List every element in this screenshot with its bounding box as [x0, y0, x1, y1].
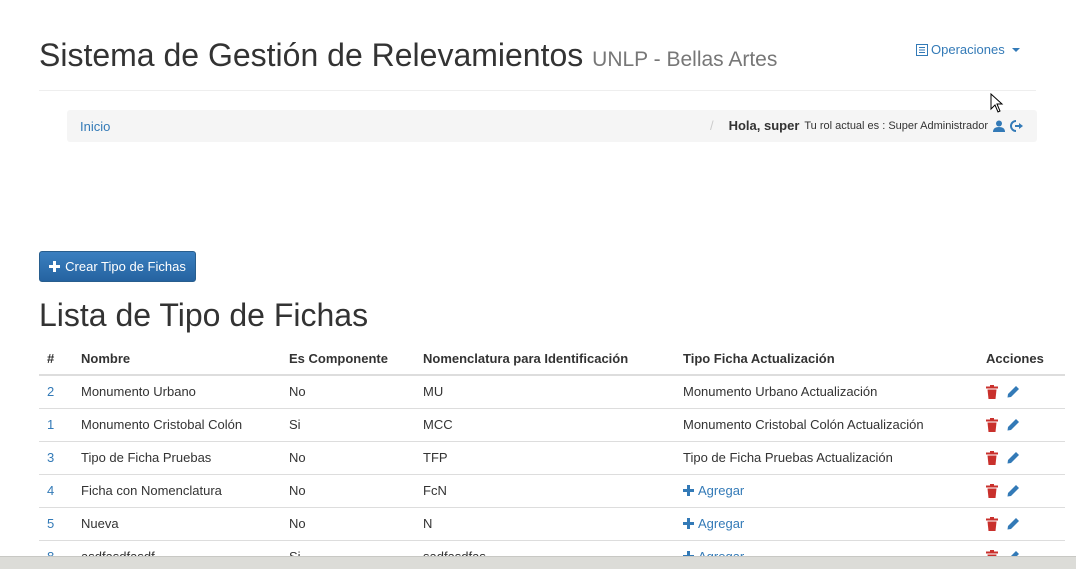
- agregar-label: Agregar: [698, 515, 745, 531]
- table-row: 4 Ficha con Nomenclatura No FcN Agregar: [39, 473, 1065, 507]
- mouse-cursor-icon: [990, 93, 1004, 113]
- plus-icon: [683, 484, 694, 496]
- row-id-link[interactable]: 3: [47, 450, 54, 465]
- agregar-actualizacion-link[interactable]: Agregar: [683, 483, 744, 498]
- plus-icon: [683, 517, 694, 529]
- pencil-icon[interactable]: [1007, 385, 1020, 398]
- pencil-icon[interactable]: [1007, 517, 1020, 530]
- col-header-actualizacion[interactable]: Tipo Ficha Actualización: [675, 342, 978, 376]
- create-tipo-ficha-button[interactable]: Crear Tipo de Fichas: [39, 251, 196, 282]
- table-row: 2 Monumento Urbano No MU Monumento Urban…: [39, 374, 1065, 408]
- os-taskbar: [0, 556, 1076, 569]
- row-componente: No: [281, 506, 415, 540]
- col-header-nomenclatura[interactable]: Nomenclatura para Identificación: [415, 342, 675, 376]
- user-role: Tu rol actual es : Super Administrador: [804, 119, 988, 132]
- tipo-fichas-table: # Nombre Es Componente Nomenclatura para…: [39, 342, 1065, 573]
- row-id-link[interactable]: 1: [47, 417, 54, 432]
- col-header-nombre[interactable]: Nombre: [73, 342, 281, 376]
- pencil-icon[interactable]: [1007, 418, 1020, 431]
- row-actualizacion: Monumento Cristobal Colón Actualización: [675, 407, 978, 441]
- app-subtitle: UNLP - Bellas Artes: [592, 48, 778, 71]
- logout-icon[interactable]: [1010, 119, 1024, 132]
- table-row: 5 Nueva No N Agregar: [39, 506, 1065, 540]
- row-actualizacion: Tipo de Ficha Pruebas Actualización: [675, 440, 978, 474]
- caret-down-icon: [1011, 47, 1020, 52]
- trash-icon[interactable]: [986, 516, 998, 531]
- row-id-link[interactable]: 2: [47, 384, 54, 399]
- row-nomenclatura: TFP: [415, 440, 675, 474]
- create-button-label: Crear Tipo de Fichas: [65, 259, 186, 274]
- agregar-actualizacion-link[interactable]: Agregar: [683, 516, 744, 531]
- row-nombre: Ficha con Nomenclatura: [73, 473, 281, 507]
- trash-icon[interactable]: [986, 483, 998, 498]
- row-nombre: Monumento Urbano: [73, 374, 281, 408]
- table-header-row: # Nombre Es Componente Nomenclatura para…: [39, 342, 1065, 376]
- col-header-acciones: Acciones: [978, 342, 1065, 376]
- breadcrumb: Inicio / Hola, super Tu rol actual es : …: [67, 110, 1037, 142]
- row-actions: [986, 384, 1057, 399]
- plus-icon: [49, 261, 61, 272]
- row-componente: No: [281, 374, 415, 408]
- row-nomenclatura: MU: [415, 374, 675, 408]
- row-id-link[interactable]: 4: [47, 483, 54, 498]
- row-componente: No: [281, 473, 415, 507]
- agregar-label: Agregar: [698, 482, 745, 498]
- operaciones-dropdown[interactable]: Operaciones: [916, 42, 1020, 57]
- row-nomenclatura: MCC: [415, 407, 675, 441]
- row-actions: [986, 450, 1057, 465]
- pencil-icon[interactable]: [1007, 451, 1020, 464]
- col-header-componente[interactable]: Es Componente: [281, 342, 415, 376]
- row-nombre: Monumento Cristobal Colón: [73, 407, 281, 441]
- user-greeting: Hola, super: [728, 118, 800, 133]
- header-divider: [39, 90, 1036, 91]
- row-nombre: Nueva: [73, 506, 281, 540]
- row-actions: [986, 516, 1057, 531]
- row-id-link[interactable]: 5: [47, 516, 54, 531]
- trash-icon[interactable]: [986, 450, 998, 465]
- pencil-icon[interactable]: [1007, 484, 1020, 497]
- user-info: / Hola, super Tu rol actual es : Super A…: [710, 118, 1024, 133]
- row-nomenclatura: FcN: [415, 473, 675, 507]
- list-title: Lista de Tipo de Fichas: [39, 297, 369, 333]
- row-actualizacion: Monumento Urbano Actualización: [675, 374, 978, 408]
- row-componente: Si: [281, 407, 415, 441]
- trash-icon[interactable]: [986, 384, 998, 399]
- row-actions: [986, 417, 1057, 432]
- row-actions: [986, 483, 1057, 498]
- table-row: 1 Monumento Cristobal Colón Si MCC Monum…: [39, 407, 1065, 441]
- row-nomenclatura: N: [415, 506, 675, 540]
- list-icon: [916, 43, 928, 56]
- app-title: Sistema de Gestión de Relevamientos: [39, 37, 584, 73]
- row-nombre: Tipo de Ficha Pruebas: [73, 440, 281, 474]
- user-icon[interactable]: [993, 120, 1005, 132]
- col-header-id[interactable]: #: [39, 342, 73, 376]
- row-componente: No: [281, 440, 415, 474]
- breadcrumb-home-link[interactable]: Inicio: [80, 119, 110, 134]
- trash-icon[interactable]: [986, 417, 998, 432]
- operaciones-label: Operaciones: [931, 42, 1005, 57]
- table-row: 3 Tipo de Ficha Pruebas No TFP Tipo de F…: [39, 440, 1065, 474]
- breadcrumb-separator: /: [709, 118, 714, 133]
